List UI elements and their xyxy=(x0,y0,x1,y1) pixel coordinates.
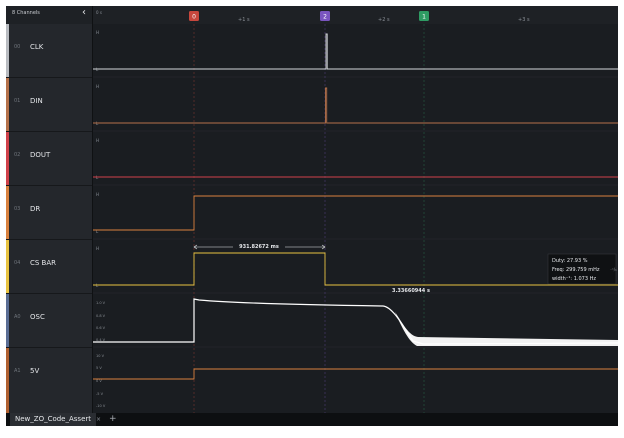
channel-color-bar xyxy=(6,294,9,347)
channel-color-bar xyxy=(6,348,9,413)
v5-scale-label: -5 V xyxy=(96,392,104,396)
channel-number: 04 xyxy=(14,260,21,266)
session-tab[interactable]: New_ZO_Code_Assert xyxy=(10,413,97,426)
osc-scale-label: 1.0 V xyxy=(96,301,106,305)
marker-flag-1-label: 1 xyxy=(422,14,426,21)
v5-scale-label: 5 V xyxy=(96,366,102,370)
dout-low-label: L xyxy=(96,175,99,180)
timeline-start-label: 0 s xyxy=(96,10,102,15)
channel-row-dout[interactable]: 02 DOUT xyxy=(6,132,92,186)
tooltip-side-glyph: ⁻¹/ₕ xyxy=(610,267,617,272)
channel-row-dr[interactable]: 03 DR xyxy=(6,186,92,240)
cs-width-measurement: 931.82672 ms xyxy=(239,244,279,250)
osc-width-measurement: 3.33660944 s xyxy=(392,288,430,294)
v5-scale-label: 0 V xyxy=(96,379,102,383)
channel-row-din[interactable]: 01 DIN xyxy=(6,78,92,132)
channel-number: 00 xyxy=(14,44,21,50)
din-high-label: H xyxy=(96,84,99,89)
channel-name[interactable]: CLK xyxy=(30,43,43,51)
osc-trace xyxy=(93,298,618,345)
v5-scale-label: 10 V xyxy=(96,354,105,358)
channel-row-osc[interactable]: A0 OSC xyxy=(6,294,92,348)
channel-sidebar: 8 Channels ‹ 00 CLK 01 DIN 02 DOUT 03 DR… xyxy=(6,6,93,414)
dout-high-label: H xyxy=(96,138,99,143)
tooltip-freq: Freq: 299.759 mHz xyxy=(552,267,600,273)
channel-color-bar xyxy=(6,78,9,131)
channel-color-bar xyxy=(6,132,9,185)
session-tab-bar: New_ZO_Code_Assert × + xyxy=(6,413,618,426)
marker-flag-2-label: 2 xyxy=(323,14,327,21)
session-tab-label: New_ZO_Code_Assert xyxy=(15,415,92,423)
channel-color-bar xyxy=(6,240,9,293)
channel-name[interactable]: CS BAR xyxy=(30,259,56,267)
csbar-low-label: L xyxy=(96,283,99,288)
tooltip-duty: Duty: 27.93 % xyxy=(552,258,588,264)
channel-color-bar xyxy=(6,24,9,77)
clk-trace xyxy=(93,33,618,70)
channel-number: A1 xyxy=(14,368,21,374)
v5-scale-label: -10 V xyxy=(96,404,106,408)
timeline-tick-label: +3 s xyxy=(518,17,530,23)
collapse-sidebar-icon[interactable]: ‹ xyxy=(82,8,86,18)
channel-name[interactable]: DOUT xyxy=(30,151,50,159)
channel-color-bar xyxy=(6,186,9,239)
channel-row-clk[interactable]: 00 CLK xyxy=(6,24,92,78)
din-low-label: L xyxy=(96,121,99,126)
channel-number: 03 xyxy=(14,206,21,212)
channel-row-5v[interactable]: A1 5V xyxy=(6,348,92,414)
channel-name[interactable]: 5V xyxy=(30,367,39,375)
channel-number: A0 xyxy=(14,314,21,320)
din-trace xyxy=(93,87,618,124)
row-separators xyxy=(93,76,618,348)
waveform-plot[interactable]: 0 s +1 s +2 s +3 s 0 2 1 H L H L H L H L… xyxy=(93,6,618,413)
close-tab-icon[interactable]: × xyxy=(96,416,101,423)
channel-list-header: 8 Channels ‹ xyxy=(6,6,92,24)
timeline-tick-label: +1 s xyxy=(238,17,250,23)
channel-row-cs-bar[interactable]: 04 CS BAR xyxy=(6,240,92,294)
osc-scale-label: 0.6 V xyxy=(96,326,106,330)
channel-count-label: 8 Channels xyxy=(12,10,40,16)
clk-low-label: L xyxy=(96,67,99,72)
add-tab-icon[interactable]: + xyxy=(109,414,117,424)
v5-trace xyxy=(93,368,618,380)
dr-high-label: H xyxy=(96,192,99,197)
channel-number: 01 xyxy=(14,98,21,104)
clk-high-label: H xyxy=(96,30,99,35)
timeline-ruler[interactable] xyxy=(93,6,618,24)
channel-name[interactable]: DR xyxy=(30,205,40,213)
logic-analyzer-window: 8 Channels ‹ 00 CLK 01 DIN 02 DOUT 03 DR… xyxy=(6,6,618,426)
csbar-high-label: H xyxy=(96,246,99,251)
csbar-trace xyxy=(93,252,618,286)
channel-number: 02 xyxy=(14,152,21,158)
channel-name[interactable]: DIN xyxy=(30,97,43,105)
marker-flag-0-label: 0 xyxy=(192,14,196,21)
timeline-tick-label: +2 s xyxy=(378,17,390,23)
dr-trace xyxy=(93,195,618,231)
tooltip-width: width⁻¹: 1.073 Hz xyxy=(552,276,596,282)
channel-name[interactable]: OSC xyxy=(30,313,45,321)
osc-scale-label: 0.8 V xyxy=(96,314,106,318)
osc-ripple-band xyxy=(395,312,618,346)
